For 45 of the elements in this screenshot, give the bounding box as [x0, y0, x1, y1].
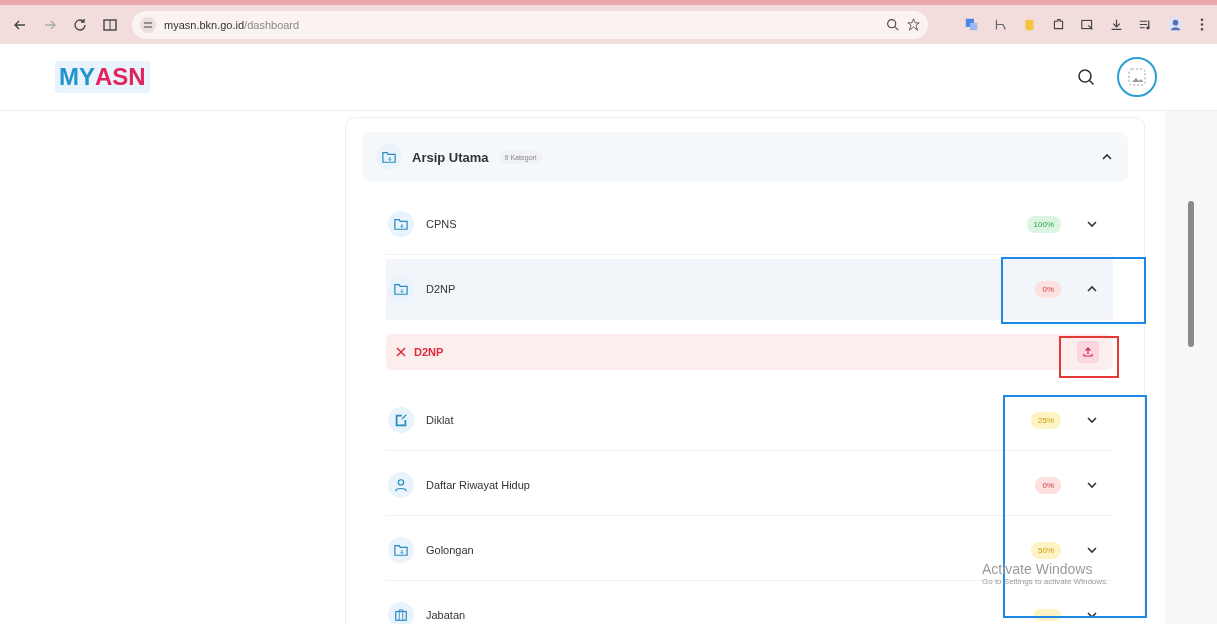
url-text: myasn.bkn.go.id/dashboard: [164, 18, 300, 31]
reload-icon[interactable]: [72, 16, 88, 33]
profile-icon[interactable]: [1168, 17, 1183, 32]
star-icon[interactable]: [907, 18, 920, 31]
category-row[interactable]: D2NP 0%: [386, 259, 1113, 320]
category-row[interactable]: CPNS 100%: [386, 194, 1113, 255]
category-label: Golongan: [426, 544, 474, 556]
folder-icon: [394, 217, 408, 231]
download-icon[interactable]: [1110, 18, 1123, 31]
category-label: Diklat: [426, 414, 454, 426]
percent-badge: 100%: [1026, 215, 1061, 233]
site-settings-icon[interactable]: [140, 16, 156, 33]
split-view-icon[interactable]: [102, 16, 118, 33]
media-icon[interactable]: [1139, 18, 1152, 31]
address-bar[interactable]: myasn.bkn.go.id/dashboard: [132, 10, 928, 39]
avatar[interactable]: [1117, 57, 1157, 97]
folder-icon: [394, 543, 408, 557]
user-icon: [394, 478, 408, 492]
folder-icon: [382, 150, 396, 164]
document-label: D2NP: [414, 346, 444, 358]
percent-badge: 0%: [1035, 280, 1061, 298]
briefcase-icon: [394, 608, 408, 622]
myasn-logo[interactable]: MYASN: [55, 61, 150, 93]
percent-badge: 50%: [1031, 541, 1061, 559]
folder-icon: [394, 282, 408, 296]
category-label: Daftar Riwayat Hidup: [426, 479, 530, 491]
edit-icon: [394, 413, 408, 427]
percent-badge: 25%: [1031, 411, 1061, 429]
category-row[interactable]: Jabatan: [386, 585, 1113, 624]
percent-badge: 0%: [1035, 476, 1061, 494]
category-label: CPNS: [426, 218, 457, 230]
zoom-icon[interactable]: [886, 18, 899, 31]
category-row[interactable]: Diklat 25%: [386, 390, 1113, 451]
upload-button[interactable]: [1077, 341, 1099, 363]
reading-list-icon[interactable]: [1081, 18, 1094, 31]
category-row[interactable]: Daftar Riwayat Hidup 0%: [386, 455, 1113, 516]
category-label: D2NP: [426, 283, 456, 295]
image-placeholder-icon: [1127, 67, 1147, 87]
puzzle-icon[interactable]: [1052, 18, 1065, 31]
upload-icon: [1082, 346, 1094, 358]
menu-icon[interactable]: [1199, 17, 1205, 32]
search-icon[interactable]: [1077, 68, 1095, 86]
translate-icon[interactable]: [965, 18, 978, 31]
category-label: Jabatan: [426, 609, 466, 621]
section-title: Arsip Utama: [412, 149, 489, 165]
